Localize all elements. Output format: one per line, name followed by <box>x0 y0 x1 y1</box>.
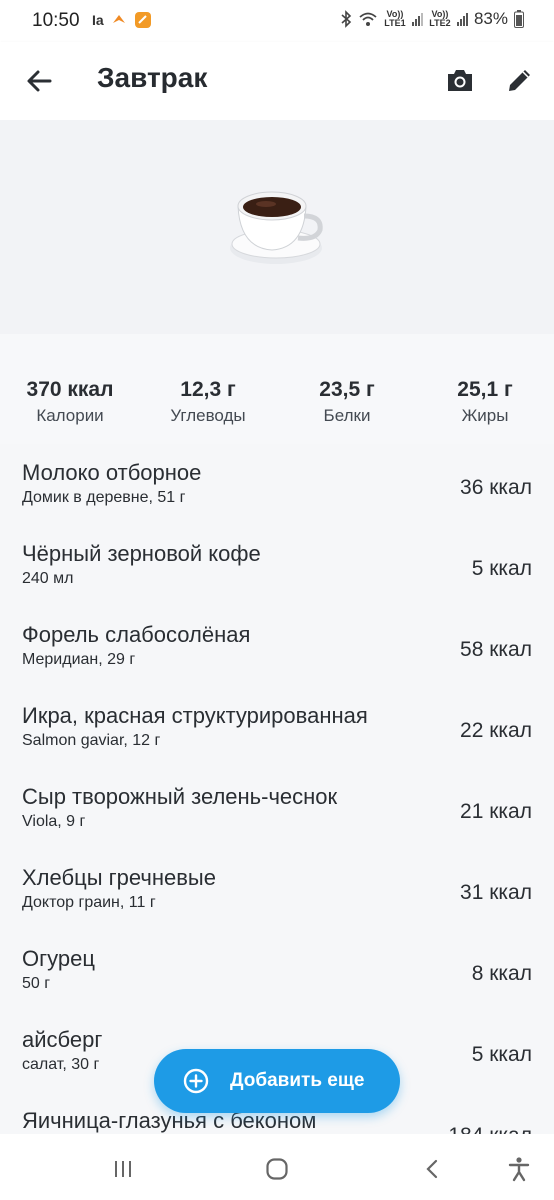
item-details: Доктор граин, 11 г <box>22 894 156 911</box>
stat-label: Калории <box>36 406 104 425</box>
carrier-badge: Ia <box>92 12 104 28</box>
stat-value: 370 ккал <box>26 378 114 401</box>
status-time: 10:50 <box>32 10 80 31</box>
signal-bars-2-icon <box>456 12 468 26</box>
stat-calories: 370 ккал Калории <box>0 378 140 426</box>
stat-label: Белки <box>323 406 371 425</box>
item-calories: 8 ккал <box>471 962 532 985</box>
item-name: Форель слабосолёная <box>22 622 251 647</box>
item-calories: 5 ккал <box>471 1043 532 1066</box>
edit-pencil-icon[interactable] <box>504 64 536 96</box>
accessibility-icon[interactable] <box>506 1156 532 1182</box>
status-right-icons: Vo)) LTE1 Vo)) LTE2 83% <box>340 9 524 29</box>
signal-bars-1-icon <box>411 12 423 26</box>
system-nav-bar <box>0 1134 554 1200</box>
app-notification-icon-2 <box>134 12 151 28</box>
stat-fat: 25,1 г Жиры <box>415 378 554 426</box>
meal-image-area <box>0 120 554 334</box>
battery-percent: 83% <box>473 9 508 28</box>
list-item[interactable]: Чёрный зерновой кофе 240 мл 5 ккал <box>0 525 554 606</box>
back-nav-icon[interactable] <box>420 1156 446 1182</box>
wifi-icon <box>359 12 377 26</box>
list-item[interactable]: Сыр творожный зелень-чеснок Viola, 9 г 2… <box>0 768 554 849</box>
stat-label: Углеводы <box>170 406 246 425</box>
item-details: Домик в деревне, 51 г <box>22 489 186 506</box>
item-details: 240 мл <box>22 570 74 587</box>
item-details: салат, 30 г <box>22 1056 100 1073</box>
stat-value: 23,5 г <box>319 378 375 401</box>
item-name: айсберг <box>22 1027 103 1052</box>
page-title: Завтрак <box>97 62 208 93</box>
item-details: Viola, 9 г <box>22 813 86 830</box>
item-name: Чёрный зерновой кофе <box>22 541 261 566</box>
stat-protein: 23,5 г Белки <box>277 378 417 426</box>
plus-circle-icon <box>183 1068 209 1094</box>
item-details: Salmon gaviar, 12 г <box>22 732 161 749</box>
item-name: Икра, красная структурированная <box>22 703 368 728</box>
item-name: Молоко отборное <box>22 460 202 485</box>
nutrition-summary: 370 ккал Калории 12,3 г Углеводы 23,5 г … <box>0 334 554 444</box>
item-name: Хлебцы гречневые <box>22 865 216 890</box>
add-more-button[interactable]: Добавить еще <box>154 1049 400 1113</box>
item-calories: 21 ккал <box>460 800 532 823</box>
item-name: Сыр творожный зелень-чеснок <box>22 784 338 809</box>
item-calories: 58 ккал <box>460 638 532 661</box>
item-calories: 22 ккал <box>460 719 532 742</box>
item-name: Огурец <box>22 946 95 971</box>
home-icon[interactable] <box>264 1156 290 1182</box>
bluetooth-icon <box>341 10 352 28</box>
coffee-cup-icon <box>230 191 323 264</box>
status-bar: 10:50 Ia Vo)) LTE1 Vo)) LTE2 83% <box>0 0 554 42</box>
item-calories: 5 ккал <box>471 557 532 580</box>
back-arrow-icon[interactable] <box>22 64 56 98</box>
list-item[interactable]: Огурец 50 г 8 ккал <box>0 930 554 1011</box>
list-item[interactable]: Молоко отборное Домик в деревне, 51 г 36… <box>0 444 554 525</box>
list-item[interactable]: Форель слабосолёная Меридиан, 29 г 58 кк… <box>0 606 554 687</box>
battery-icon <box>514 10 524 28</box>
list-item[interactable]: Хлебцы гречневые Доктор граин, 11 г 31 к… <box>0 849 554 930</box>
app-bar: Завтрак <box>0 42 554 120</box>
item-calories: 31 ккал <box>460 881 532 904</box>
sim1-label: Vo)) LTE1 <box>384 9 406 28</box>
sim2-label: Vo)) LTE2 <box>429 9 451 28</box>
item-calories: 36 ккал <box>460 476 532 499</box>
stat-value: 12,3 г <box>180 378 236 401</box>
app-notification-icon <box>112 15 125 23</box>
item-details: Меридиан, 29 г <box>22 651 136 668</box>
status-notification-icons: Ia <box>92 11 152 29</box>
item-details: 50 г <box>22 975 51 992</box>
recent-apps-icon[interactable] <box>110 1156 136 1182</box>
add-more-label: Добавить еще <box>230 1070 365 1091</box>
stat-label: Жиры <box>461 406 509 425</box>
stat-carbs: 12,3 г Углеводы <box>138 378 278 426</box>
list-item[interactable]: Икра, красная структурированная Salmon g… <box>0 687 554 768</box>
stat-value: 25,1 г <box>457 378 513 401</box>
camera-icon[interactable] <box>444 64 476 96</box>
